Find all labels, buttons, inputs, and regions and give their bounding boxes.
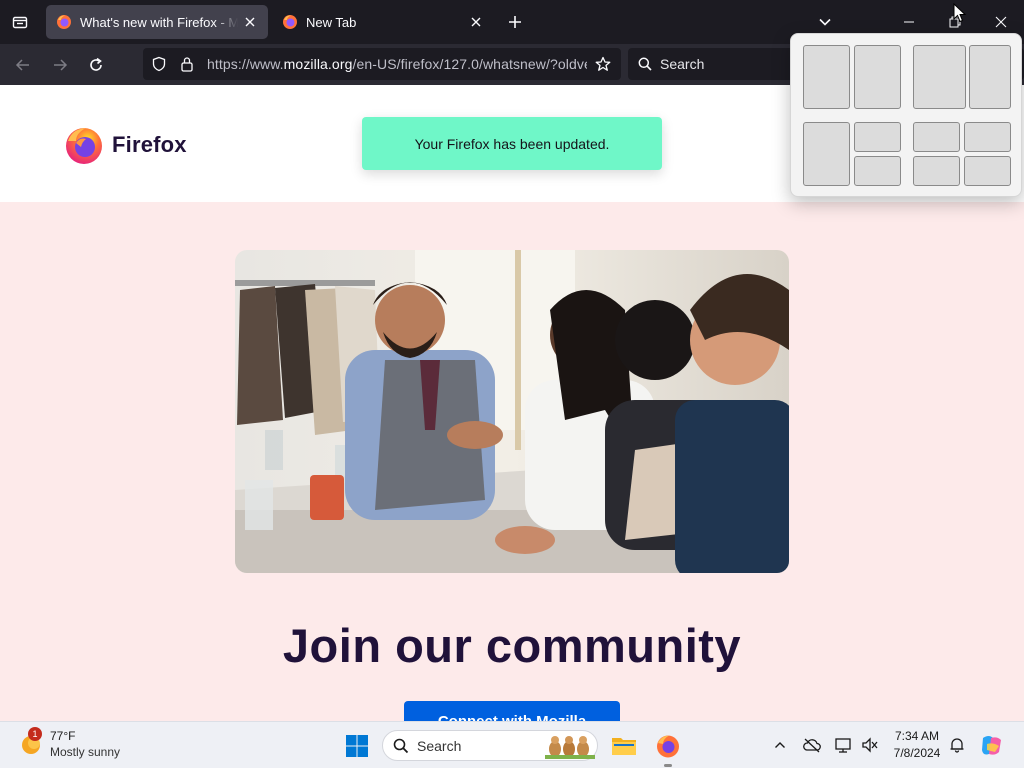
system-clock[interactable]: 7:34 AM 7/8/2024	[886, 728, 948, 762]
list-all-tabs-button[interactable]	[811, 8, 839, 36]
lock-icon[interactable]	[175, 48, 199, 80]
copilot-icon	[982, 736, 1001, 755]
taskbar-search-placeholder: Search	[417, 737, 462, 754]
close-tab-icon[interactable]	[468, 14, 484, 30]
url-host: mozilla.org	[283, 56, 353, 72]
address-bar[interactable]: https://www.mozilla.org/en-US/firefox/12…	[143, 48, 621, 80]
reload-button[interactable]	[81, 50, 111, 80]
file-explorer-button[interactable]	[607, 729, 641, 763]
folder-icon	[612, 738, 636, 755]
url-text[interactable]: https://www.mozilla.org/en-US/firefox/12…	[207, 56, 587, 72]
chevron-up-icon	[775, 742, 785, 748]
snap-zone[interactable]	[913, 122, 960, 152]
forward-button[interactable]	[45, 50, 75, 80]
url-scheme: https://www.	[207, 56, 284, 72]
snap-zone[interactable]	[803, 45, 850, 109]
close-icon	[995, 16, 1007, 28]
arrow-left-icon	[15, 59, 29, 71]
brand-name: Firefox	[112, 132, 187, 157]
weather-condition: Mostly sunny	[50, 745, 121, 759]
community-headline: Join our community	[282, 619, 742, 672]
search-icon	[638, 57, 652, 71]
snap-zone[interactable]	[964, 122, 1011, 152]
search-placeholder: Search	[660, 56, 705, 72]
tab-title: New Tab	[306, 14, 357, 30]
start-button[interactable]	[340, 729, 374, 763]
weather-temp: 77°F	[50, 729, 76, 743]
arrow-right-icon	[54, 59, 68, 71]
snap-zone[interactable]	[913, 156, 960, 186]
firefox-taskbar-button[interactable]	[651, 729, 685, 763]
search-highlight-icon	[545, 735, 595, 759]
plus-icon	[509, 16, 521, 28]
show-hidden-icons-button[interactable]	[769, 734, 791, 756]
bell-icon	[950, 738, 964, 753]
snap-zone[interactable]	[854, 122, 901, 152]
update-notification: Your Firefox has been updated.	[362, 117, 662, 170]
snap-zone[interactable]	[854, 45, 901, 109]
connect-with-mozilla-button[interactable]: Connect with Mozilla	[404, 701, 620, 721]
firefox-logo-icon	[66, 128, 102, 164]
copilot-button[interactable]	[975, 729, 1009, 763]
snap-zone[interactable]	[964, 156, 1011, 186]
snap-layouts-flyout	[790, 33, 1022, 197]
taskbar-search-box[interactable]: Search	[382, 730, 598, 761]
reload-icon	[90, 57, 102, 71]
windows-logo-icon	[346, 735, 368, 757]
new-tab-button[interactable]	[501, 8, 529, 36]
chevron-down-icon	[819, 18, 831, 26]
firefox-view-button[interactable]	[6, 8, 34, 36]
firefox-favicon-icon	[57, 15, 71, 29]
clock-date: 7/8/2024	[893, 746, 941, 760]
snap-zone[interactable]	[969, 45, 1011, 109]
tab-whats-new[interactable]: What's new with Firefox - More	[46, 5, 268, 39]
weather-icon-wrap: 1	[18, 727, 44, 757]
search-icon	[393, 738, 409, 753]
volume-tray-button[interactable]	[859, 734, 881, 756]
tab-new-tab[interactable]: New Tab	[272, 5, 494, 39]
minimize-icon	[904, 21, 914, 23]
close-tab-icon[interactable]	[242, 14, 258, 30]
firefox-logo-icon	[657, 735, 679, 758]
bookmark-star-icon[interactable]	[591, 48, 615, 80]
notifications-button[interactable]	[946, 734, 968, 756]
snap-zone[interactable]	[854, 156, 901, 186]
running-indicator	[664, 764, 672, 767]
weather-widget[interactable]: 1 77°F Mostly sunny	[18, 727, 120, 760]
firefox-brand-link[interactable]: Firefox	[64, 125, 187, 165]
snap-zone[interactable]	[803, 122, 850, 186]
clock-time: 7:34 AM	[894, 729, 940, 743]
weather-text: 77°F Mostly sunny	[50, 728, 120, 760]
firefox-favicon-icon	[283, 15, 297, 29]
volume-muted-icon	[862, 737, 878, 753]
network-tray-button[interactable]	[833, 734, 855, 756]
community-photo	[235, 250, 789, 573]
firefox-view-icon	[12, 16, 28, 29]
snap-zone[interactable]	[913, 45, 966, 109]
tab-title: What's new with Firefox - More	[80, 14, 238, 30]
back-button[interactable]	[8, 50, 38, 80]
onedrive-tray-button[interactable]	[801, 734, 823, 756]
url-path: /en-US/firefox/127.0/whatsnew/?oldve	[352, 56, 587, 72]
tracking-protection-shield-icon[interactable]	[147, 48, 171, 80]
weather-badge: 1	[28, 727, 42, 741]
cloud-offline-icon	[803, 738, 821, 753]
mouse-cursor-icon	[953, 3, 967, 23]
network-icon	[835, 738, 851, 753]
windows-taskbar: 1 77°F Mostly sunny Search 7:34 AM 7/8/2…	[0, 721, 1024, 768]
